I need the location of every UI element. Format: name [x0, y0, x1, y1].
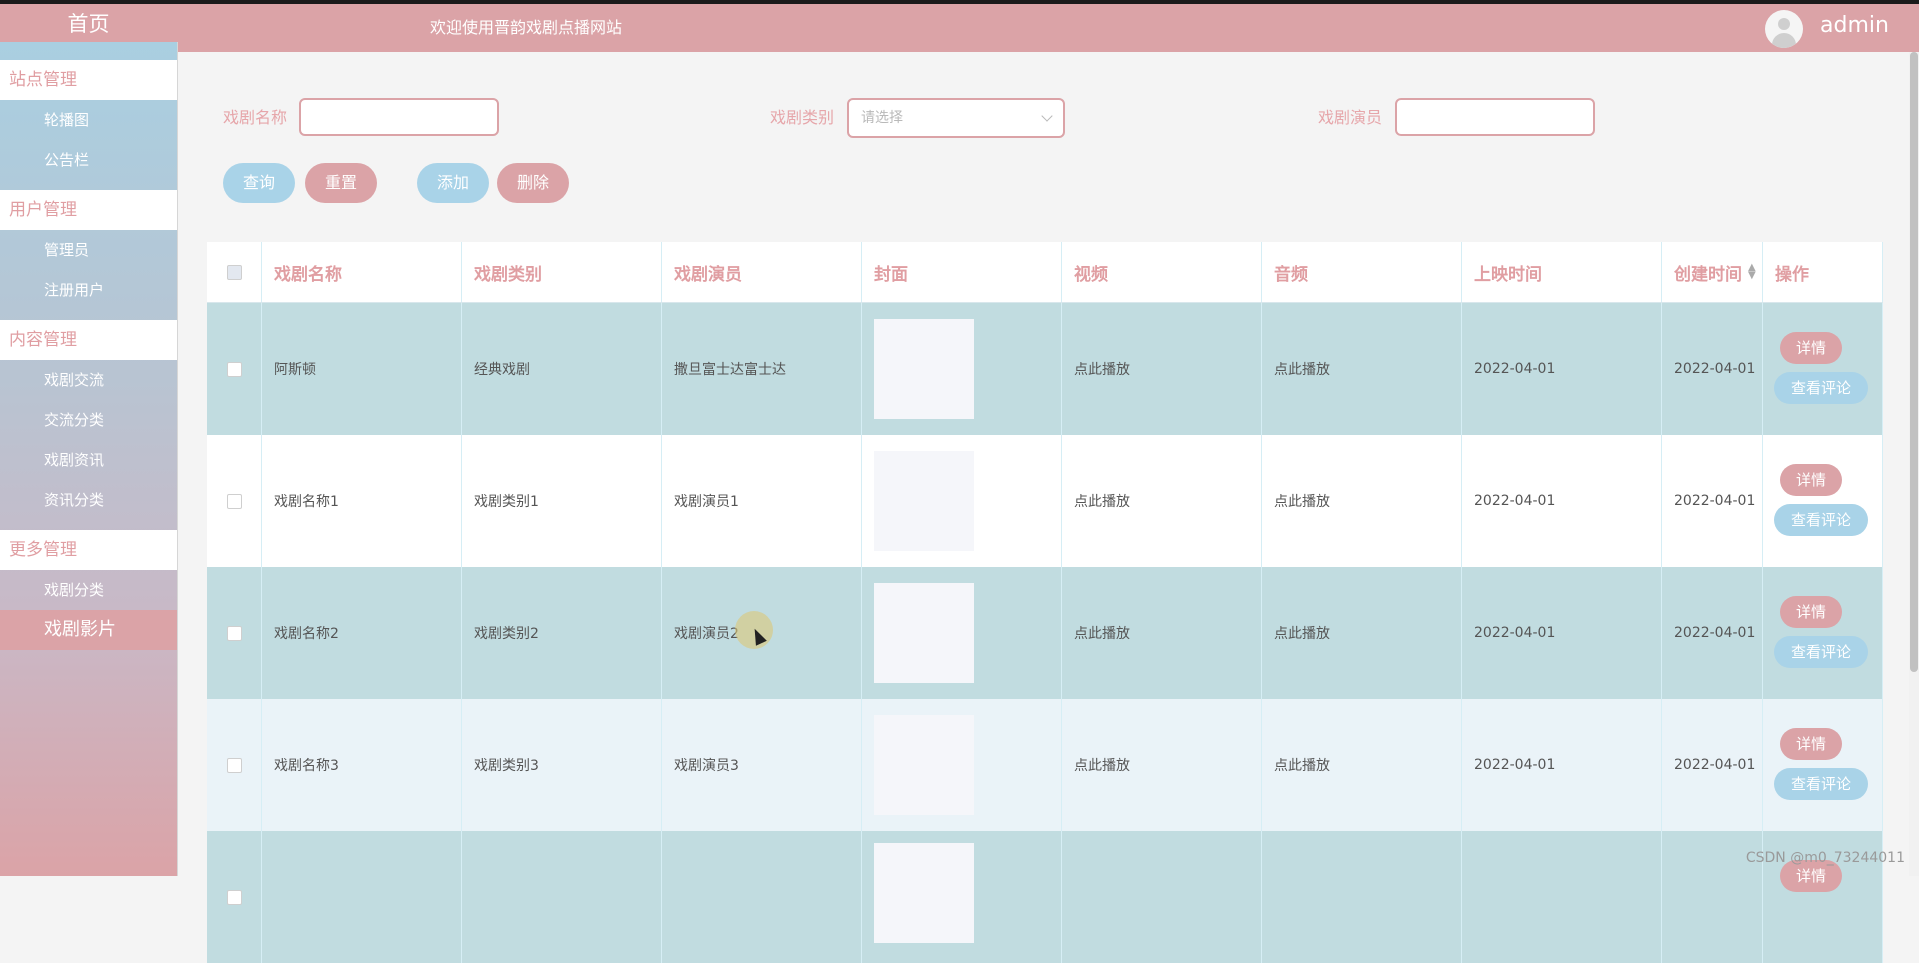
cover-image — [874, 715, 974, 815]
sidebar-group-user[interactable]: 用户管理 — [0, 190, 177, 230]
reset-button[interactable]: 重置 — [305, 163, 377, 203]
video-play-link[interactable]: 点此播放 — [1062, 303, 1262, 435]
drama-films-table: 戏剧名称 戏剧类别 戏剧演员 封面 视频 音频 上映时间 创建时间 ▲ ▼ 操作 阿… — [207, 242, 1883, 963]
row-checkbox[interactable] — [226, 493, 242, 509]
video-play-link[interactable]: 点此播放 — [1062, 699, 1262, 831]
column-header-category: 戏剧类别 — [462, 242, 662, 302]
site-welcome-title: 欢迎使用晋韵戏剧点播网站 — [430, 18, 623, 37]
cover-image — [874, 583, 974, 683]
sidebar-item-registered-users[interactable]: 注册用户 — [0, 270, 177, 310]
sidebar-item-news-category[interactable]: 资讯分类 — [0, 480, 177, 520]
add-button[interactable]: 添加 — [417, 163, 489, 203]
sidebar: 站点管理 轮播图 公告栏 用户管理 管理员 注册用户 内容管理 戏剧交流 交流分… — [0, 42, 178, 876]
detail-button[interactable]: 详情 — [1780, 596, 1842, 628]
audio-play-link[interactable]: 点此播放 — [1262, 567, 1462, 699]
sidebar-group-content[interactable]: 内容管理 — [0, 320, 177, 360]
detail-button[interactable]: 详情 — [1780, 728, 1842, 760]
page-scrollbar-thumb[interactable] — [1910, 52, 1918, 672]
actor-filter-input[interactable] — [1395, 98, 1595, 136]
table-header: 戏剧名称 戏剧类别 戏剧演员 封面 视频 音频 上映时间 创建时间 ▲ ▼ 操作 — [207, 242, 1883, 303]
chevron-down-icon — [1041, 110, 1053, 122]
cover-image — [874, 319, 974, 419]
sidebar-item-carousel[interactable]: 轮播图 — [0, 100, 177, 140]
top-header: 首页 欢迎使用晋韵戏剧点播网站 admin — [0, 4, 1919, 52]
table-row: 戏剧名称2 戏剧类别2 戏剧演员2 点此播放 点此播放 2022-04-01 2… — [207, 567, 1883, 699]
watermark-text: CSDN @m0_73244011 — [1745, 850, 1905, 866]
name-filter-label: 戏剧名称 — [223, 108, 288, 127]
video-play-link[interactable]: 点此播放 — [1062, 567, 1262, 699]
username[interactable]: admin — [1820, 4, 1889, 48]
column-header-actor: 戏剧演员 — [662, 242, 862, 302]
column-header-created-time[interactable]: 创建时间 ▲ ▼ — [1662, 242, 1763, 302]
sidebar-group-site[interactable]: 站点管理 — [0, 60, 177, 100]
table-row: 详情 — [207, 831, 1883, 963]
audio-play-link[interactable]: 点此播放 — [1262, 303, 1462, 435]
row-checkbox[interactable] — [226, 757, 242, 773]
audio-play-link[interactable]: 点此播放 — [1262, 699, 1462, 831]
select-all-checkbox[interactable] — [226, 264, 242, 280]
audio-play-link[interactable]: 点此播放 — [1262, 435, 1462, 567]
table-row: 阿斯顿 经典戏剧 撒旦富士达富士达 点此播放 点此播放 2022-04-01 2… — [207, 303, 1883, 435]
sidebar-item-drama-news[interactable]: 戏剧资讯 — [0, 440, 177, 480]
column-header-audio: 音频 — [1262, 242, 1462, 302]
detail-button[interactable]: 详情 — [1780, 464, 1842, 496]
table-row: 戏剧名称1 戏剧类别1 戏剧演员1 点此播放 点此播放 2022-04-01 2… — [207, 435, 1883, 567]
actor-filter-label: 戏剧演员 — [1318, 108, 1383, 127]
row-checkbox[interactable] — [226, 625, 242, 641]
view-comments-button[interactable]: 查看评论 — [1774, 636, 1868, 668]
row-checkbox[interactable] — [226, 889, 242, 905]
column-header-video: 视频 — [1062, 242, 1262, 302]
cover-image — [874, 451, 974, 551]
view-comments-button[interactable]: 查看评论 — [1774, 768, 1868, 800]
column-header-release-date: 上映时间 — [1462, 242, 1662, 302]
query-button[interactable]: 查询 — [223, 163, 295, 203]
name-filter-input[interactable] — [299, 98, 499, 136]
column-header-name: 戏剧名称 — [262, 242, 462, 302]
delete-button[interactable]: 删除 — [497, 163, 569, 203]
view-comments-button[interactable]: 查看评论 — [1774, 372, 1868, 404]
column-header-actions: 操作 — [1763, 242, 1883, 302]
table-row: 戏剧名称3 戏剧类别3 戏剧演员3 点此播放 点此播放 2022-04-01 2… — [207, 699, 1883, 831]
video-play-link[interactable]: 点此播放 — [1062, 435, 1262, 567]
user-avatar[interactable] — [1765, 10, 1803, 48]
column-header-cover: 封面 — [862, 242, 1062, 302]
category-select-placeholder: 请选择 — [861, 110, 903, 126]
sidebar-item-notice[interactable]: 公告栏 — [0, 140, 177, 180]
sidebar-item-drama-films[interactable]: 戏剧影片 — [0, 610, 177, 650]
sidebar-group-more[interactable]: 更多管理 — [0, 530, 177, 570]
category-filter-label: 戏剧类别 — [770, 108, 835, 127]
sidebar-item-drama-category[interactable]: 戏剧分类 — [0, 570, 177, 610]
sidebar-item-drama-forum[interactable]: 戏剧交流 — [0, 360, 177, 400]
cover-image — [874, 843, 974, 943]
sort-icon[interactable]: ▲ ▼ — [1748, 263, 1756, 281]
view-comments-button[interactable]: 查看评论 — [1774, 504, 1868, 536]
sidebar-item-forum-category[interactable]: 交流分类 — [0, 400, 177, 440]
detail-button[interactable]: 详情 — [1780, 332, 1842, 364]
category-filter-select[interactable]: 请选择 — [847, 98, 1065, 138]
row-checkbox[interactable] — [226, 361, 242, 377]
sidebar-item-admin[interactable]: 管理员 — [0, 230, 177, 270]
